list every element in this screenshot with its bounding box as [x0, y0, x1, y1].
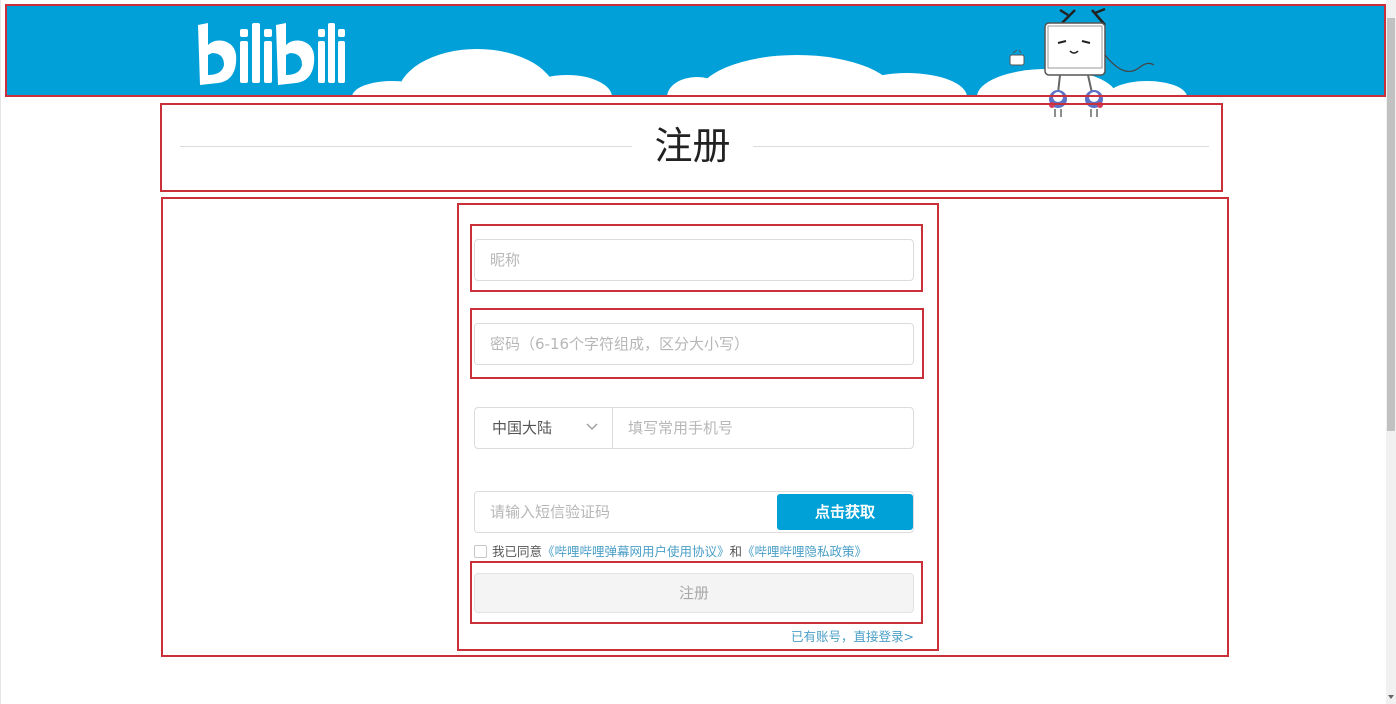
page-left-border	[0, 0, 1, 704]
privacy-policy-link[interactable]: 《哔哩哔哩隐私政策》	[742, 544, 867, 559]
password-input[interactable]	[475, 324, 913, 364]
phone-input-wrapper	[613, 408, 913, 448]
sms-row: 点击获取	[474, 491, 914, 533]
agreement-conjunction: 和	[729, 544, 743, 559]
sms-code-input[interactable]	[475, 492, 775, 532]
sms-input-wrapper	[475, 492, 775, 532]
phone-row: 中国大陆	[474, 407, 914, 449]
phone-input[interactable]	[613, 408, 913, 448]
login-link[interactable]: 已有账号，直接登录>	[714, 628, 914, 646]
agreement-text: 我已同意《哔哩哔哩弹幕网用户使用协议》和《哔哩哔哩隐私政策》	[492, 543, 867, 561]
scrollbar-thumb[interactable]	[1387, 18, 1395, 431]
register-button[interactable]: 注册	[474, 573, 914, 613]
get-sms-code-button[interactable]: 点击获取	[777, 494, 913, 530]
header-banner	[7, 5, 1384, 96]
page-title: 注册	[654, 124, 731, 168]
scroll-down-arrow-icon[interactable]	[1386, 690, 1396, 704]
region-select-value: 中国大陆	[492, 419, 553, 437]
title-divider-left	[180, 146, 632, 147]
agreement-checkbox[interactable]	[474, 545, 487, 558]
chevron-down-icon[interactable]	[585, 420, 599, 434]
password-field[interactable]	[474, 323, 914, 365]
user-agreement-link[interactable]: 《哔哩哔哩弹幕网用户使用协议》	[542, 544, 730, 559]
agreement-row: 我已同意《哔哩哔哩弹幕网用户使用协议》和《哔哩哔哩隐私政策》	[474, 543, 914, 561]
bilibili-logo[interactable]	[192, 19, 347, 89]
tv-mascot-illustration	[1009, 7, 1155, 117]
title-divider-right	[753, 146, 1209, 147]
nickname-input[interactable]	[475, 240, 913, 280]
agreement-prefix: 我已同意	[492, 544, 543, 559]
nickname-field[interactable]	[474, 239, 914, 281]
